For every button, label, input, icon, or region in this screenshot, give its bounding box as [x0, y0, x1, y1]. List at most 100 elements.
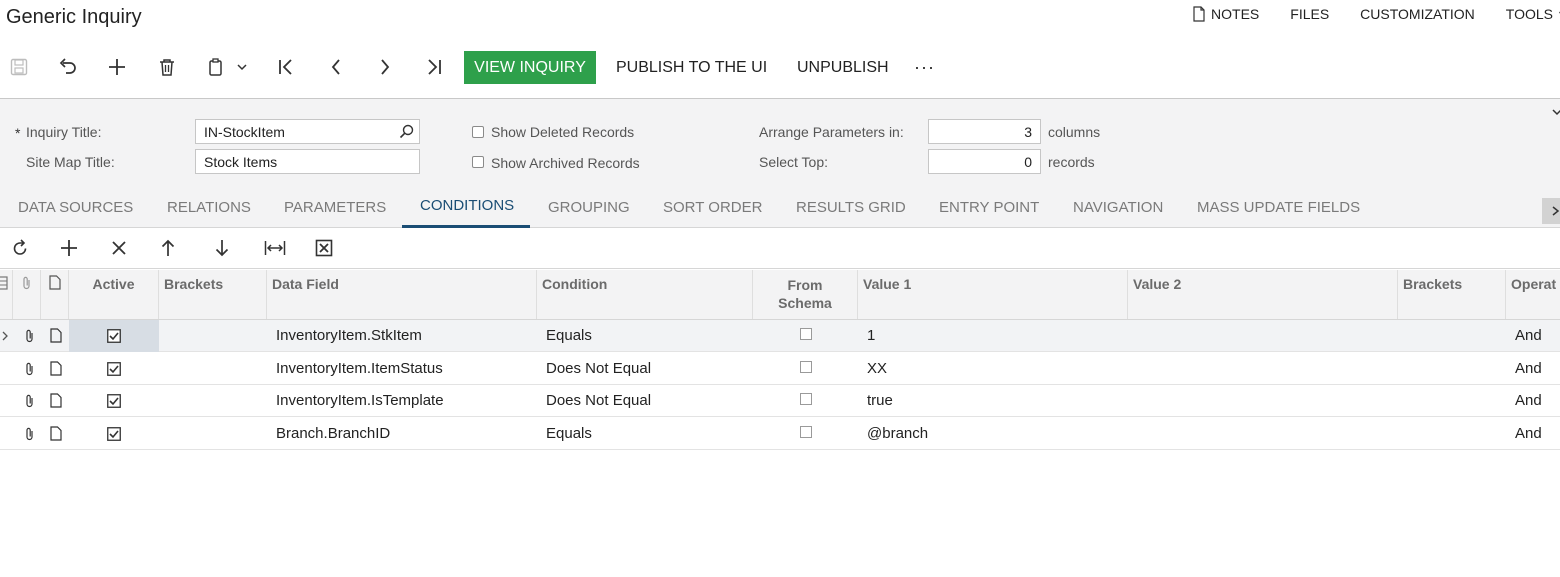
- undo-icon[interactable]: [55, 50, 81, 84]
- table-row[interactable]: Branch.BranchID Equals @branch And: [0, 418, 1560, 450]
- main-toolbar: VIEW INQUIRY PUBLISH TO THE UI UNPUBLISH…: [0, 50, 1000, 86]
- tab-parameters[interactable]: PARAMETERS: [284, 187, 386, 227]
- active-checkbox[interactable]: [69, 320, 159, 351]
- inquiry-title-input[interactable]: IN-StockItem: [195, 119, 420, 144]
- paperclip-icon[interactable]: [22, 353, 36, 384]
- delete-icon[interactable]: [154, 50, 180, 84]
- col-from-schema[interactable]: From Schema: [753, 270, 858, 319]
- col-condition[interactable]: Condition: [537, 270, 753, 319]
- col-value2[interactable]: Value 2: [1128, 270, 1398, 319]
- next-record-icon[interactable]: [372, 50, 398, 84]
- checkbox-checked-icon: [107, 426, 121, 441]
- add-row-icon[interactable]: [57, 236, 81, 260]
- show-deleted-checkbox[interactable]: [472, 126, 484, 138]
- tab-conditions[interactable]: CONDITIONS: [420, 185, 514, 225]
- condition-cell[interactable]: Equals: [546, 320, 592, 351]
- tab-scroll-right-button[interactable]: [1542, 198, 1560, 224]
- from-schema-checkbox[interactable]: [753, 383, 858, 414]
- checkbox-checked-icon: [107, 328, 121, 343]
- inquiry-title-label: Inquiry Title:: [26, 124, 102, 140]
- export-excel-icon[interactable]: [312, 236, 336, 260]
- show-archived-label: Show Archived Records: [491, 155, 640, 171]
- value1-cell[interactable]: @branch: [867, 418, 928, 449]
- chevron-down-icon[interactable]: [1552, 103, 1560, 121]
- add-icon[interactable]: [104, 50, 130, 84]
- condition-cell[interactable]: Does Not Equal: [546, 353, 651, 384]
- tab-sort-order[interactable]: SORT ORDER: [663, 187, 762, 227]
- tab-mass-update-fields[interactable]: MASS UPDATE FIELDS: [1197, 187, 1360, 227]
- tab-relations[interactable]: RELATIONS: [167, 187, 251, 227]
- table-row[interactable]: InventoryItem.StkItem Equals 1 And: [0, 320, 1560, 352]
- row-selector-header: [0, 270, 13, 319]
- operator-cell[interactable]: And: [1515, 353, 1542, 384]
- refresh-icon[interactable]: [8, 236, 32, 260]
- tab-navigation[interactable]: NAVIGATION: [1073, 187, 1163, 227]
- tab-results-grid[interactable]: RESULTS GRID: [796, 187, 906, 227]
- tools-link[interactable]: TOOLS ▾: [1506, 6, 1560, 22]
- condition-cell[interactable]: Does Not Equal: [546, 385, 651, 416]
- site-map-title-input[interactable]: Stock Items: [195, 149, 420, 174]
- value1-cell[interactable]: 1: [867, 320, 875, 351]
- current-row-indicator-icon: [0, 320, 10, 351]
- active-checkbox[interactable]: [69, 353, 159, 384]
- operator-cell[interactable]: And: [1515, 385, 1542, 416]
- table-row[interactable]: InventoryItem.IsTemplate Does Not Equal tr…: [0, 385, 1560, 417]
- from-schema-checkbox[interactable]: [753, 318, 858, 349]
- fit-columns-icon[interactable]: [263, 236, 287, 260]
- operator-cell[interactable]: And: [1515, 320, 1542, 351]
- col-data-field[interactable]: Data Field: [267, 270, 537, 319]
- select-top-input[interactable]: 0: [928, 149, 1041, 174]
- active-checkbox[interactable]: [69, 418, 159, 449]
- operator-cell[interactable]: And: [1515, 418, 1542, 449]
- table-row[interactable]: InventoryItem.ItemStatus Does Not Equal XX…: [0, 353, 1560, 385]
- chevron-down-icon[interactable]: [230, 50, 254, 84]
- tab-entry-point[interactable]: ENTRY POINT: [939, 187, 1039, 227]
- save-icon[interactable]: [6, 50, 32, 84]
- move-up-icon[interactable]: [156, 236, 180, 260]
- note-icon[interactable]: [49, 320, 63, 351]
- from-schema-checkbox[interactable]: [753, 416, 858, 447]
- data-field-cell[interactable]: Branch.BranchID: [276, 418, 390, 449]
- col-brackets-close[interactable]: Brackets: [1398, 270, 1506, 319]
- previous-record-icon[interactable]: [323, 50, 349, 84]
- col-brackets-open[interactable]: Brackets: [159, 270, 267, 319]
- first-record-icon[interactable]: [273, 50, 299, 84]
- col-operator[interactable]: Operat: [1506, 270, 1560, 319]
- data-field-cell[interactable]: InventoryItem.StkItem: [276, 320, 422, 351]
- customization-link[interactable]: CUSTOMIZATION: [1360, 6, 1475, 22]
- value1-cell[interactable]: XX: [867, 353, 887, 384]
- move-down-icon[interactable]: [210, 236, 234, 260]
- tab-data-sources[interactable]: DATA SOURCES: [18, 187, 133, 227]
- note-icon[interactable]: [49, 385, 63, 416]
- delete-row-icon[interactable]: [107, 236, 131, 260]
- paperclip-icon[interactable]: [22, 385, 36, 416]
- notes-link[interactable]: NOTES: [1192, 6, 1259, 22]
- paperclip-icon[interactable]: [22, 418, 36, 449]
- note-icon[interactable]: [49, 353, 63, 384]
- paperclip-icon[interactable]: [22, 320, 36, 351]
- data-field-cell[interactable]: InventoryItem.IsTemplate: [276, 385, 444, 416]
- paperclip-icon: [13, 270, 41, 319]
- publish-to-ui-button[interactable]: PUBLISH TO THE UI: [616, 51, 767, 84]
- search-icon[interactable]: [399, 124, 414, 142]
- unpublish-button[interactable]: UNPUBLISH: [797, 51, 889, 84]
- arrange-parameters-unit: columns: [1048, 124, 1101, 140]
- data-field-cell[interactable]: InventoryItem.ItemStatus: [276, 353, 443, 384]
- from-schema-checkbox[interactable]: [753, 351, 858, 382]
- last-record-icon[interactable]: [421, 50, 447, 84]
- col-active[interactable]: Active: [69, 270, 159, 319]
- show-archived-checkbox[interactable]: [472, 156, 484, 168]
- more-actions-button[interactable]: ···: [914, 51, 935, 84]
- arrange-parameters-input[interactable]: 3: [928, 119, 1041, 144]
- summary-form: * Inquiry Title: IN-StockItem Site Map T…: [0, 99, 1560, 187]
- copy-paste-icon[interactable]: [203, 50, 229, 84]
- files-link[interactable]: FILES: [1290, 6, 1329, 22]
- col-value1[interactable]: Value 1: [858, 270, 1128, 319]
- view-inquiry-button[interactable]: VIEW INQUIRY: [464, 51, 596, 84]
- tab-grouping[interactable]: GROUPING: [548, 187, 630, 227]
- note-icon[interactable]: [49, 418, 63, 449]
- page-title: Generic Inquiry: [6, 6, 142, 28]
- active-checkbox[interactable]: [69, 385, 159, 416]
- condition-cell[interactable]: Equals: [546, 418, 592, 449]
- value1-cell[interactable]: true: [867, 385, 893, 416]
